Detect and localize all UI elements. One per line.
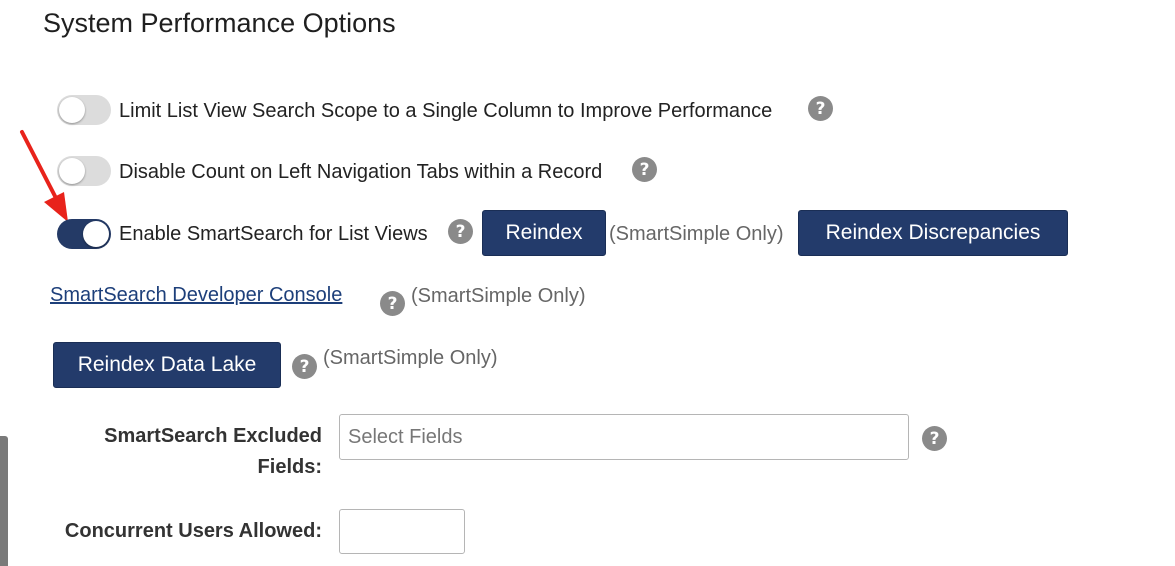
excluded-fields-label: SmartSearch Excluded Fields: xyxy=(104,425,322,478)
toggle-knob xyxy=(59,97,85,123)
limit-search-scope-label: Limit List View Search Scope to a Single… xyxy=(119,100,773,122)
excluded-fields-select[interactable] xyxy=(339,414,909,460)
smartsimple-only-note: (SmartSimple Only) xyxy=(411,285,586,307)
help-icon[interactable]: ? xyxy=(632,157,657,182)
scrollbar[interactable] xyxy=(0,436,8,566)
help-icon[interactable]: ? xyxy=(808,96,833,121)
help-icon[interactable]: ? xyxy=(448,219,473,244)
enable-smartsearch-toggle[interactable] xyxy=(57,219,111,249)
toggle-knob xyxy=(59,158,85,184)
enable-smartsearch-label: Enable SmartSearch for List Views xyxy=(119,223,428,245)
reindex-data-lake-button[interactable]: Reindex Data Lake xyxy=(53,342,281,388)
concurrent-users-input[interactable] xyxy=(339,509,465,554)
reindex-button[interactable]: Reindex xyxy=(482,210,606,256)
reindex-discrepancies-button[interactable]: Reindex Discrepancies xyxy=(798,210,1068,256)
disable-nav-count-label: Disable Count on Left Navigation Tabs wi… xyxy=(119,161,603,183)
smartsimple-only-note: (SmartSimple Only) xyxy=(609,223,784,245)
toggle-knob xyxy=(83,221,109,247)
concurrent-users-label: Concurrent Users Allowed: xyxy=(64,520,322,542)
limit-search-scope-toggle[interactable] xyxy=(57,95,111,125)
help-icon[interactable]: ? xyxy=(380,291,405,316)
help-icon[interactable]: ? xyxy=(292,354,317,379)
smartsearch-developer-console-link[interactable]: SmartSearch Developer Console xyxy=(50,283,342,307)
help-icon[interactable]: ? xyxy=(922,426,947,451)
smartsimple-only-note: (SmartSimple Only) xyxy=(323,347,498,369)
disable-nav-count-toggle[interactable] xyxy=(57,156,111,186)
page-title: System Performance Options xyxy=(43,8,396,38)
